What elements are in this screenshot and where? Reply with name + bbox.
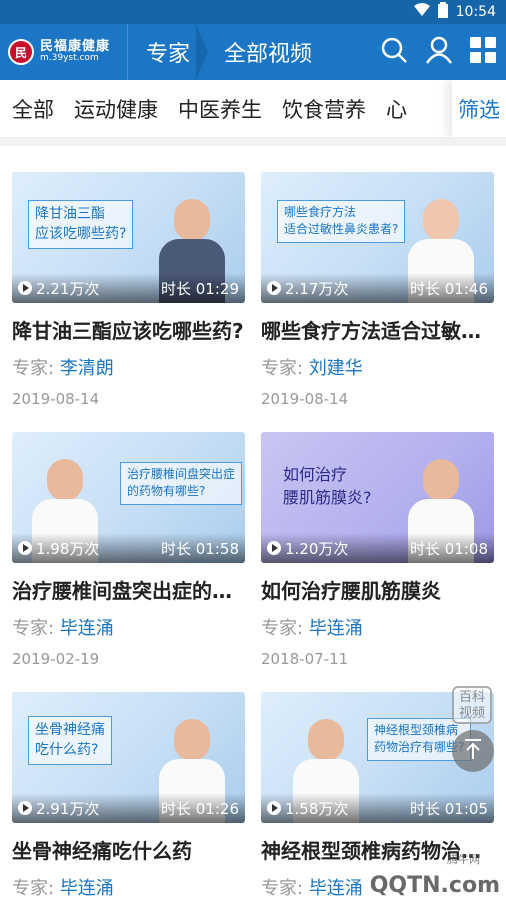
- video-thumbnail[interactable]: 哪些食疗方法 适合过敏性鼻炎患者? 2.17万次 时长 01:46: [261, 172, 494, 303]
- tab-tcm-wellness[interactable]: 中医养生: [178, 94, 262, 124]
- tab-heart[interactable]: 心: [386, 94, 407, 124]
- video-title[interactable]: 如何治疗腰肌筋膜炎: [261, 575, 494, 604]
- top-bar: 民 民福康健康 m.39yst.com 专家 全部视频: [0, 24, 506, 80]
- back-to-top-button[interactable]: [452, 730, 494, 772]
- filter-button[interactable]: 筛选: [452, 80, 506, 137]
- play-icon: [267, 540, 281, 555]
- view-count: 2.21万次: [36, 279, 100, 298]
- video-card[interactable]: 如何治疗 腰肌筋膜炎? 1.20万次 时长 01:08 如何治疗腰肌筋膜炎 专家…: [261, 432, 494, 668]
- expert-label: 专家:: [12, 618, 55, 639]
- duration: 时长 01:58: [161, 539, 239, 558]
- video-title[interactable]: 哪些食疗方法适合过敏性鼻炎患者?: [261, 315, 494, 344]
- view-count: 1.58万次: [285, 799, 349, 818]
- thumbnail-caption: 治疗腰椎间盘突出症 的药物有哪些?: [120, 462, 243, 505]
- expert-name[interactable]: 毕连涌: [309, 878, 363, 899]
- divider: [0, 138, 506, 146]
- duration: 时长 01:26: [161, 799, 239, 818]
- thumbnail-caption: 如何治疗 腰肌筋膜炎?: [283, 465, 372, 508]
- duration: 时长 01:46: [410, 279, 488, 298]
- video-thumbnail[interactable]: 治疗腰椎间盘突出症 的药物有哪些? 1.98万次 时长 01:58: [12, 432, 245, 563]
- watermark-text: QQTN.com: [369, 873, 500, 898]
- play-icon: [267, 280, 281, 295]
- publish-date: 2018-07-11: [261, 650, 349, 668]
- expert-label: 专家:: [12, 358, 55, 379]
- duration: 时长 01:05: [410, 799, 488, 818]
- app-logo[interactable]: 民 民福康健康 m.39yst.com: [0, 24, 128, 80]
- thumbnail-caption: 哪些食疗方法 适合过敏性鼻炎患者?: [277, 200, 406, 243]
- view-count: 2.91万次: [36, 799, 100, 818]
- view-count: 1.98万次: [36, 539, 100, 558]
- expert-name[interactable]: 刘建华: [309, 358, 363, 379]
- breadcrumb-experts[interactable]: 专家: [128, 24, 209, 80]
- video-thumbnail[interactable]: 坐骨神经痛 吃什么药? 2.91万次 时长 01:26: [12, 692, 245, 823]
- video-title[interactable]: 坐骨神经痛吃什么药: [12, 835, 245, 864]
- view-count: 1.20万次: [285, 539, 349, 558]
- video-title[interactable]: 降甘油三酯应该吃哪些药?: [12, 315, 245, 344]
- user-icon[interactable]: [425, 36, 453, 68]
- search-icon[interactable]: [380, 36, 408, 68]
- expert-label: 专家:: [261, 878, 304, 899]
- tab-all[interactable]: 全部: [12, 94, 54, 124]
- wifi-icon: [413, 3, 430, 21]
- video-card[interactable]: 哪些食疗方法 适合过敏性鼻炎患者? 2.17万次 时长 01:46 哪些食疗方法…: [261, 172, 494, 408]
- expert-name[interactable]: 毕连涌: [60, 618, 114, 639]
- publish-date: 2019-08-14: [12, 390, 100, 408]
- logo-text: 民福康健康: [40, 38, 111, 54]
- play-icon: [18, 800, 32, 815]
- thumbnail-caption: 降甘油三酯 应该吃哪些药?: [28, 200, 134, 249]
- thumbnail-caption: 坐骨神经痛 吃什么药?: [28, 716, 112, 765]
- publish-date: 2019-02-19: [12, 650, 100, 668]
- logo-url: m.39yst.com: [40, 53, 99, 64]
- play-icon: [267, 800, 281, 815]
- grid-menu-icon[interactable]: [470, 37, 496, 67]
- duration: 时长 01:08: [410, 539, 488, 558]
- publish-date: 2019-08-14: [261, 390, 349, 408]
- video-card[interactable]: 降甘油三酯 应该吃哪些药? 2.21万次 时长 01:29 降甘油三酯应该吃哪些…: [12, 172, 245, 408]
- expert-label: 专家:: [12, 878, 55, 899]
- video-thumbnail[interactable]: 如何治疗 腰肌筋膜炎? 1.20万次 时长 01:08: [261, 432, 494, 563]
- video-grid: 降甘油三酯 应该吃哪些药? 2.21万次 时长 01:29 降甘油三酯应该吃哪些…: [0, 146, 506, 900]
- encyclopedia-video-button[interactable]: 百科 视频: [452, 686, 492, 724]
- expert-name[interactable]: 毕连涌: [60, 878, 114, 899]
- view-count: 2.17万次: [285, 279, 349, 298]
- expert-label: 专家:: [261, 618, 304, 639]
- expert-label: 专家:: [261, 358, 304, 379]
- arrow-up-icon: [463, 738, 483, 764]
- expert-name[interactable]: 李清朗: [60, 358, 114, 379]
- video-title[interactable]: 治疗腰椎间盘突出症的药物有哪些?: [12, 575, 245, 604]
- battery-icon: [437, 2, 448, 22]
- play-icon: [18, 540, 32, 555]
- category-tabs: 全部 运动健康 中医养生 饮食营养 心 筛选: [0, 80, 506, 138]
- video-thumbnail[interactable]: 降甘油三酯 应该吃哪些药? 2.21万次 时长 01:29: [12, 172, 245, 303]
- status-bar: 10:54: [0, 0, 506, 24]
- watermark: 腾牛网 QQTN.com: [369, 853, 500, 898]
- tab-sports-health[interactable]: 运动健康: [74, 94, 158, 124]
- tab-diet-nutrition[interactable]: 饮食营养: [282, 94, 366, 124]
- video-card[interactable]: 治疗腰椎间盘突出症 的药物有哪些? 1.98万次 时长 01:58 治疗腰椎间盘…: [12, 432, 245, 668]
- expert-name[interactable]: 毕连涌: [309, 618, 363, 639]
- duration: 时长 01:29: [161, 279, 239, 298]
- status-time: 10:54: [455, 4, 496, 20]
- video-card[interactable]: 坐骨神经痛 吃什么药? 2.91万次 时长 01:26 坐骨神经痛吃什么药 专家…: [12, 692, 245, 900]
- page-title: 全部视频: [224, 42, 313, 67]
- play-icon: [18, 280, 32, 295]
- logo-icon: 民: [8, 39, 34, 65]
- watermark-small: 腾牛网: [447, 853, 480, 866]
